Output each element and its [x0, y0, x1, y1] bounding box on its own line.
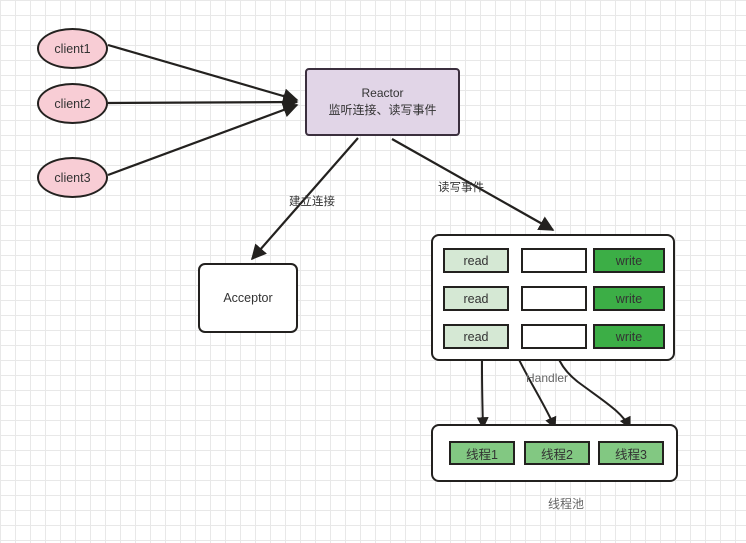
handler-write-cell-1[interactable]: write	[593, 248, 665, 273]
client-label: client3	[54, 170, 91, 185]
handler-container[interactable]: read write read write read write	[431, 234, 675, 361]
handler-caption: Handler	[526, 371, 569, 385]
handler-read-cell-1[interactable]: read	[443, 248, 509, 273]
acceptor-label: Acceptor	[223, 291, 273, 305]
client-node-2[interactable]: client2	[37, 83, 108, 124]
reactor-title: Reactor	[361, 86, 404, 100]
edge-label-establish-connection: 建立连接	[289, 196, 335, 208]
handler-read-label: read	[463, 253, 489, 268]
thread-cell-2[interactable]: 线程2	[524, 441, 590, 465]
thread-cell-3[interactable]: 线程3	[598, 441, 664, 465]
thread-cell-1[interactable]: 线程1	[449, 441, 515, 465]
thread-label: 线程1	[466, 447, 498, 462]
handler-middle-cell-2[interactable]	[521, 286, 587, 311]
client-node-3[interactable]: client3	[37, 157, 108, 198]
handler-read-label: read	[463, 291, 489, 306]
handler-write-label: write	[615, 329, 643, 344]
thread-pool-caption: 线程池	[548, 497, 585, 511]
reactor-subtitle: 监听连接、读写事件	[328, 103, 437, 117]
handler-write-label: write	[615, 291, 643, 306]
handler-middle-cell-1[interactable]	[521, 248, 587, 273]
handler-read-label: read	[463, 329, 489, 344]
edge-label-read-write-event: 读写事件	[438, 182, 484, 194]
thread-label: 线程3	[615, 447, 647, 462]
client-label: client1	[54, 41, 91, 56]
thread-pool-container[interactable]: 线程1 线程2 线程3	[431, 424, 678, 482]
diagram-canvas: client1 client2 client3 Reactor 监听连接、读写事…	[0, 0, 746, 543]
client-node-1[interactable]: client1	[37, 28, 108, 69]
reactor-node[interactable]: Reactor 监听连接、读写事件	[305, 68, 460, 136]
thread-label: 线程2	[541, 447, 573, 462]
handler-write-label: write	[615, 253, 643, 268]
handler-middle-cell-3[interactable]	[521, 324, 587, 349]
client-label: client2	[54, 96, 91, 111]
handler-write-cell-2[interactable]: write	[593, 286, 665, 311]
acceptor-node[interactable]: Acceptor	[198, 263, 298, 333]
handler-read-cell-3[interactable]: read	[443, 324, 509, 349]
handler-write-cell-3[interactable]: write	[593, 324, 665, 349]
handler-read-cell-2[interactable]: read	[443, 286, 509, 311]
